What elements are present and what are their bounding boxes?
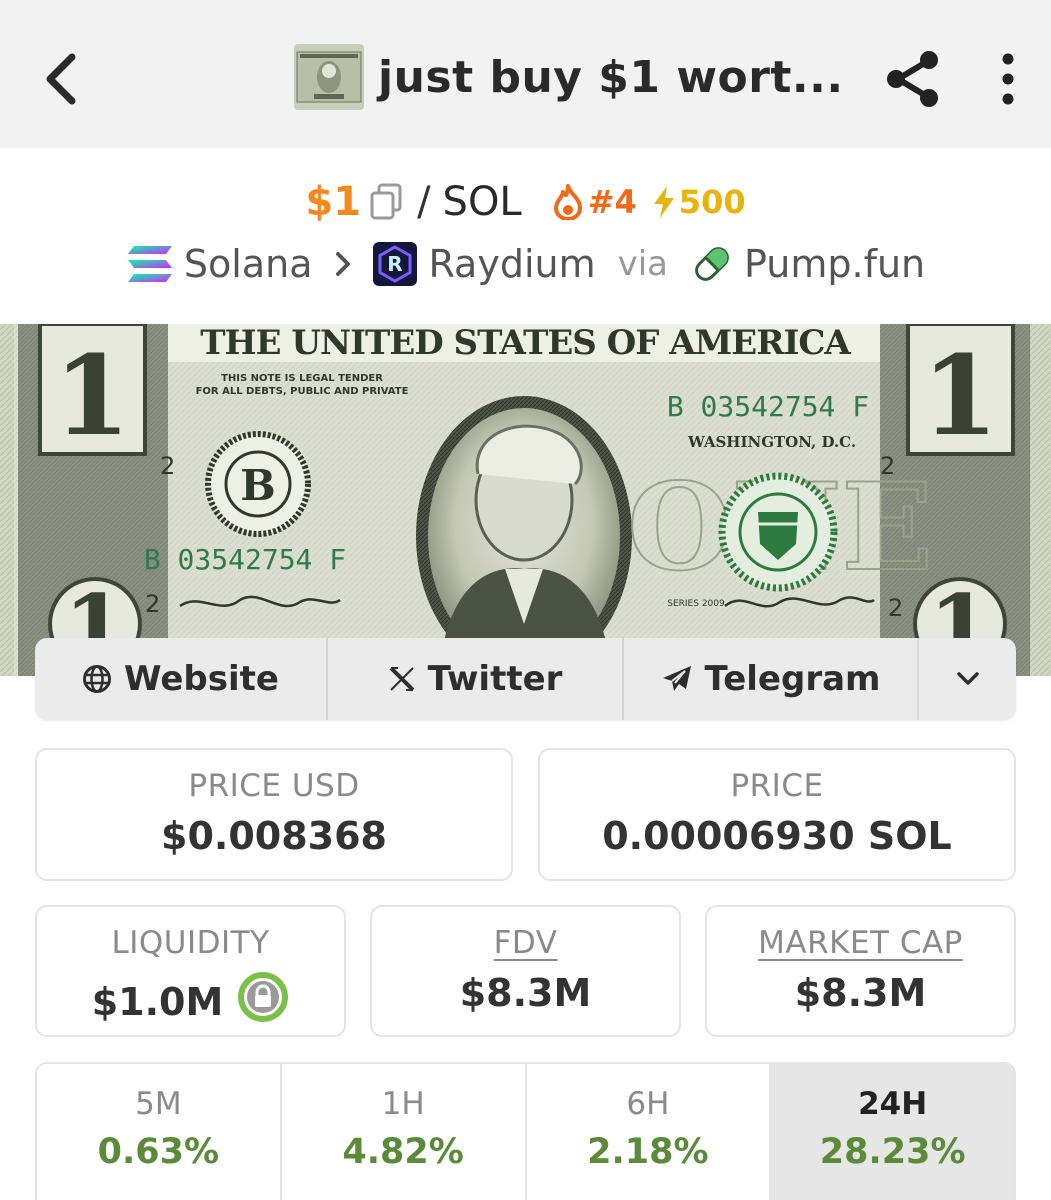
- twitter-link-button[interactable]: Twitter: [328, 638, 624, 720]
- chevron-right-icon: [334, 250, 352, 278]
- svg-text:1: 1: [54, 331, 131, 460]
- share-icon: [887, 51, 938, 107]
- timeframe-tabs: 5M 0.63% 1H 4.82% 6H 2.18% 24H 28.23%: [35, 1062, 1016, 1200]
- more-options-button[interactable]: [980, 44, 1036, 114]
- fdv-card[interactable]: FDV $8.3M: [370, 905, 681, 1037]
- tab-24h-label: 24H: [858, 1086, 928, 1122]
- liquidity-value: $1.0M: [91, 979, 224, 1024]
- via-label: via: [617, 244, 669, 284]
- market-cap-card[interactable]: MARKET CAP $8.3M: [705, 905, 1016, 1037]
- more-socials-dropdown[interactable]: [919, 638, 1016, 720]
- copy-address-icon[interactable]: [369, 183, 403, 221]
- market-cap-value: $8.3M: [794, 971, 927, 1015]
- pair-quote-symbol: SOL: [442, 179, 522, 225]
- token-title-group: just buy $1 wort...: [294, 42, 844, 112]
- twitter-label: Twitter: [427, 659, 563, 699]
- banner-fed-letter: B: [240, 461, 276, 510]
- tab-5m[interactable]: 5M 0.63%: [37, 1064, 282, 1200]
- social-links-bar: Website Twitter Telegram: [35, 638, 1016, 720]
- banner-legal-2: FOR ALL DEBTS, PUBLIC AND PRIVATE: [196, 386, 409, 397]
- token-thumbnail: [294, 44, 364, 110]
- price-native-value: 0.00006930 SOL: [602, 814, 952, 858]
- raydium-logo-icon: R: [372, 241, 418, 287]
- tab-6h-change: 2.18%: [587, 1132, 709, 1172]
- boost-badge[interactable]: 500: [651, 183, 746, 221]
- price-usd-value: $0.008368: [161, 814, 387, 858]
- boost-value: 500: [678, 183, 746, 221]
- pair-base-symbol: $1: [305, 179, 362, 225]
- chevron-left-icon: [46, 53, 76, 105]
- page-title: just buy $1 wort...: [378, 51, 844, 103]
- pair-header: $1 / SOL #4 500: [0, 172, 1051, 232]
- tab-24h[interactable]: 24H 28.23%: [771, 1064, 1014, 1200]
- tab-24h-change: 28.23%: [819, 1132, 966, 1172]
- telegram-icon: [662, 666, 691, 691]
- trending-rank-badge[interactable]: #4: [552, 183, 637, 221]
- fdv-value: $8.3M: [459, 971, 592, 1015]
- back-button[interactable]: [30, 44, 90, 114]
- banner-legal-1: THIS NOTE IS LEGAL TENDER: [221, 373, 383, 384]
- token-banner-image: 1 1 1 1 THE UNITED STATES OF AMERICA THI…: [0, 324, 1051, 676]
- chevron-down-icon: [956, 672, 979, 685]
- liquidity-label: LIQUIDITY: [111, 925, 270, 961]
- tab-5m-change: 0.63%: [97, 1132, 220, 1172]
- banner-serial-left: B 03542754 F: [144, 543, 346, 576]
- trending-rank-value: #4: [587, 183, 637, 221]
- price-usd-card: PRICE USD $0.008368: [35, 748, 513, 881]
- telegram-link-button[interactable]: Telegram: [624, 638, 919, 720]
- banner-series: SERIES 2009: [667, 599, 725, 609]
- share-button[interactable]: [880, 44, 946, 114]
- solana-logo-icon: [126, 244, 174, 284]
- telegram-label: Telegram: [704, 659, 881, 699]
- tab-6h-label: 6H: [626, 1086, 670, 1122]
- market-cap-label[interactable]: MARKET CAP: [707, 925, 1014, 961]
- x-logo-icon: [389, 666, 414, 692]
- website-label: Website: [124, 659, 279, 699]
- tab-5m-label: 5M: [135, 1086, 182, 1122]
- fdv-label[interactable]: FDV: [372, 925, 679, 961]
- banner-plate-bottom-right: 2: [888, 594, 903, 622]
- liquidity-lock-icon[interactable]: [237, 971, 289, 1032]
- flame-icon: [553, 184, 582, 220]
- svg-text:1: 1: [922, 331, 999, 460]
- chain-name[interactable]: Solana: [184, 242, 313, 286]
- chain-route: Solana R Raydium via Pump.fun: [0, 236, 1051, 292]
- banner-plate-left: 2: [160, 452, 175, 480]
- pair-separator: /: [417, 179, 431, 225]
- banner-serial-right: B 03542754 F: [667, 390, 869, 423]
- app-header: just buy $1 wort...: [0, 0, 1051, 148]
- price-usd-label: PRICE USD: [188, 768, 360, 804]
- price-native-label: PRICE: [730, 768, 824, 804]
- tab-6h[interactable]: 6H 2.18%: [527, 1064, 772, 1200]
- launchpad-name[interactable]: Pump.fun: [744, 242, 925, 286]
- pill-icon: [690, 242, 734, 286]
- globe-icon: [83, 665, 112, 693]
- tab-1h-label: 1H: [381, 1086, 425, 1122]
- dex-name[interactable]: Raydium: [428, 242, 595, 286]
- banner-city: WASHINGTON, D.C.: [687, 433, 856, 451]
- banner-heading: THE UNITED STATES OF AMERICA: [200, 324, 851, 363]
- lightning-icon: [653, 186, 674, 218]
- price-native-card: PRICE 0.00006930 SOL: [538, 748, 1016, 881]
- liquidity-card: LIQUIDITY $1.0M: [35, 905, 346, 1037]
- more-vertical-icon: [1002, 53, 1014, 105]
- tab-1h-change: 4.82%: [342, 1132, 464, 1172]
- svg-text:R: R: [388, 252, 403, 276]
- tab-1h[interactable]: 1H 4.82%: [282, 1064, 527, 1200]
- website-link-button[interactable]: Website: [35, 638, 328, 720]
- banner-plate-bottom-left: 2: [145, 590, 160, 618]
